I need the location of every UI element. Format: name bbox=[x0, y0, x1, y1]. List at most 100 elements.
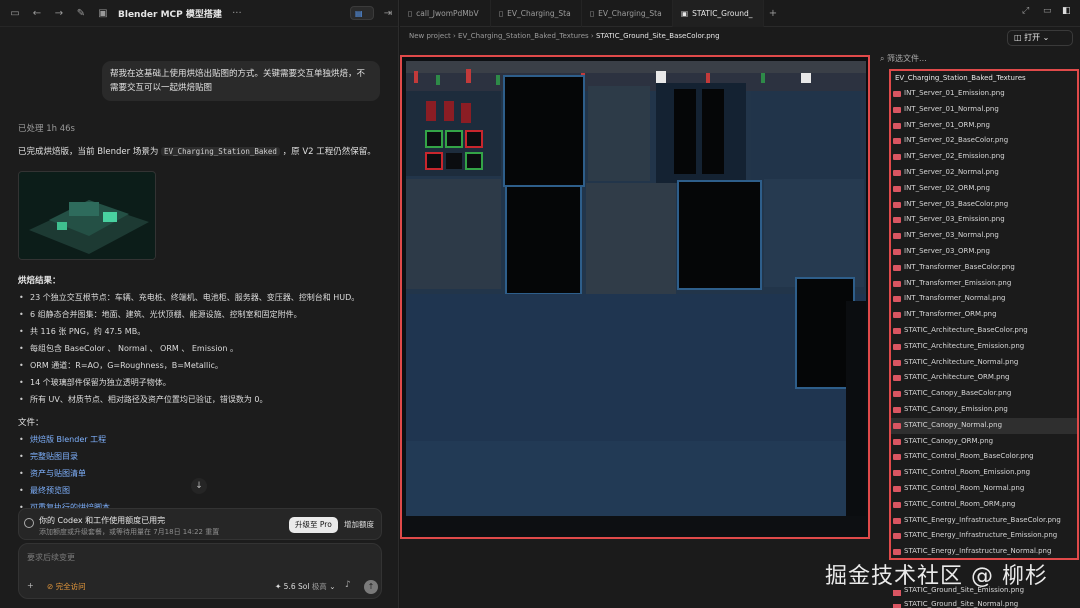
expand-icon[interactable]: ⤢ bbox=[1022, 6, 1029, 16]
breadcrumb-item[interactable]: EV_Charging_Station_Baked_Textures bbox=[458, 32, 589, 40]
file-list-item[interactable]: STATIC_Architecture_BaseColor.png bbox=[891, 323, 1077, 339]
image-file-icon bbox=[893, 106, 901, 113]
image-file-icon bbox=[893, 470, 901, 477]
layout-icon[interactable]: ⇥ bbox=[381, 6, 395, 20]
breadcrumb: New project › EV_Charging_Station_Baked_… bbox=[409, 32, 720, 40]
image-file-icon bbox=[893, 517, 901, 524]
file-filter[interactable]: ⌕ 筛选文件... bbox=[880, 53, 1076, 67]
mic-icon[interactable]: ♪ bbox=[345, 580, 351, 590]
image-file-icon bbox=[893, 590, 901, 596]
file-link[interactable]: 最终预览图 bbox=[18, 485, 110, 502]
file-list-item[interactable]: STATIC_Ground_Site_Normal.png bbox=[889, 600, 1079, 608]
file-viewer-pane: ▯ call_JwomPdMbV ▯ EV_Charging_Sta ▯ EV_Cha… bbox=[400, 0, 1080, 608]
file-list-item[interactable]: INT_Server_02_BaseColor.png bbox=[891, 133, 1077, 149]
access-toggle[interactable]: ⊘ 完全访问 bbox=[47, 581, 86, 592]
tab-call[interactable]: ▯ call_JwomPdMbV bbox=[400, 0, 491, 27]
chat-title: Blender MCP 模型搭建 bbox=[118, 9, 222, 20]
files-list: 烘焙版 Blender 工程 完整贴图目录 资产与贴图清单 最终预览图 可重复执… bbox=[18, 434, 110, 519]
composer[interactable]: 要求后续变更 + ⊘ 完全访问 ✦ 5.6 Sol 极高 ⌄ ♪ ↑ bbox=[18, 543, 382, 599]
result-item: 每组包含 BaseColor 、 Normal 、 ORM 、 Emission… bbox=[18, 343, 388, 360]
file-list-item[interactable]: STATIC_Control_Room_BaseColor.png bbox=[891, 449, 1077, 465]
image-file-icon bbox=[893, 391, 901, 398]
result-item: 6 组静态合并图集：地面、建筑、光伏顶棚、能源设施、控制室和固定附件。 bbox=[18, 309, 388, 326]
image-file-icon bbox=[893, 185, 901, 192]
tab-static-ground[interactable]: ▣ STATIC_Ground_ bbox=[673, 0, 764, 27]
folder-item[interactable]: EV_Charging_Station_Baked_Textures bbox=[891, 71, 1077, 86]
file-list-item[interactable]: INT_Server_01_Normal.png bbox=[891, 102, 1077, 118]
file-list-item[interactable]: STATIC_Energy_Infrastructure_BaseColor.p… bbox=[891, 513, 1077, 529]
file-list-item[interactable]: INT_Server_02_ORM.png bbox=[891, 181, 1077, 197]
file-list-item[interactable]: STATIC_Canopy_Emission.png bbox=[891, 402, 1077, 418]
image-file-icon bbox=[893, 343, 901, 350]
image-file-icon bbox=[893, 248, 901, 255]
file-list-item[interactable]: STATIC_Control_Room_ORM.png bbox=[891, 497, 1077, 513]
back-arrow-icon[interactable]: ← bbox=[30, 6, 44, 20]
file-list-item[interactable]: INT_Transformer_Normal.png bbox=[891, 291, 1077, 307]
upgrade-button[interactable]: 升级至 Pro bbox=[289, 517, 338, 533]
panel-toggle-icon[interactable]: ◧ bbox=[1062, 6, 1071, 16]
file-list-item[interactable]: INT_Server_03_BaseColor.png bbox=[891, 197, 1077, 213]
composer-input[interactable]: 要求后续变更 bbox=[27, 552, 75, 563]
file-list-item[interactable]: STATIC_Control_Room_Emission.png bbox=[891, 465, 1077, 481]
chat-topbar: ▭ ← → ✎ ▣ Blender MCP 模型搭建 ··· ▤ ⇥ bbox=[0, 0, 398, 27]
image-file-icon bbox=[893, 604, 901, 608]
image-file-icon bbox=[893, 91, 901, 97]
info-icon bbox=[24, 518, 34, 528]
summary-text: 已完成烘焙版，当前 Blender 场景为 EV_Charging_Statio… bbox=[18, 147, 376, 157]
file-list-item[interactable]: STATIC_Control_Room_Normal.png bbox=[891, 481, 1077, 497]
forward-arrow-icon[interactable]: → bbox=[52, 6, 66, 20]
result-item: 23 个独立交互根节点：车辆、充电桩、终端机、电池柜、服务器、变压器、控制台和 … bbox=[18, 292, 388, 309]
scroll-down-button[interactable]: ↓ bbox=[191, 478, 207, 494]
file-list-item[interactable]: INT_Server_01_Emission.png bbox=[891, 86, 1077, 102]
window-icon[interactable]: ▭ bbox=[1043, 6, 1052, 16]
file-list-item[interactable]: INT_Server_02_Normal.png bbox=[891, 165, 1077, 181]
sidebar-toggle-icon[interactable]: ▭ bbox=[8, 6, 22, 20]
image-file-icon bbox=[893, 280, 901, 287]
image-preview[interactable] bbox=[400, 55, 870, 539]
search-icon: ⌕ bbox=[880, 54, 885, 63]
tab-ev-charging-2[interactable]: ▯ EV_Charging_Sta bbox=[582, 0, 673, 27]
image-file-icon bbox=[893, 501, 901, 508]
add-credit-button[interactable]: 增加额度 bbox=[344, 517, 374, 533]
file-list-item[interactable]: STATIC_Energy_Infrastructure_Emission.pn… bbox=[891, 528, 1077, 544]
file-list-item[interactable]: STATIC_Architecture_ORM.png bbox=[891, 370, 1077, 386]
more-icon[interactable]: ··· bbox=[230, 6, 244, 20]
result-item: 共 116 张 PNG，约 47.5 MB。 bbox=[18, 326, 388, 343]
file-list-item[interactable]: INT_Transformer_Emission.png bbox=[891, 276, 1077, 292]
file-list-item[interactable]: INT_Server_03_Emission.png bbox=[891, 212, 1077, 228]
doc-icon: ▯ bbox=[590, 8, 595, 18]
file-list-item[interactable]: INT_Server_02_Emission.png bbox=[891, 149, 1077, 165]
image-file-icon bbox=[893, 454, 901, 461]
file-link[interactable]: 资产与贴图清单 bbox=[18, 468, 110, 485]
tab-ev-charging-1[interactable]: ▯ EV_Charging_Sta bbox=[491, 0, 582, 27]
file-list-item[interactable]: STATIC_Architecture_Normal.png bbox=[891, 355, 1077, 371]
new-chat-icon[interactable]: ✎ bbox=[74, 6, 88, 20]
file-link[interactable]: 烘焙版 Blender 工程 bbox=[18, 434, 110, 451]
breadcrumb-item[interactable]: New project bbox=[409, 32, 451, 40]
model-select[interactable]: ✦ 5.6 Sol 极高 ⌄ bbox=[275, 581, 335, 592]
file-list-item[interactable]: STATIC_Canopy_Normal.png bbox=[891, 417, 1077, 434]
file-list-item[interactable]: INT_Transformer_BaseColor.png bbox=[891, 260, 1077, 276]
view-icon: ▤ bbox=[355, 9, 363, 18]
file-list-item[interactable]: STATIC_Canopy_ORM.png bbox=[891, 434, 1077, 450]
file-list-item[interactable]: STATIC_Canopy_BaseColor.png bbox=[891, 386, 1077, 402]
processed-time[interactable]: 已处理 1h 46s bbox=[18, 122, 75, 134]
image-file-icon bbox=[893, 201, 901, 208]
image-file-icon bbox=[893, 312, 901, 319]
result-item: ORM 通道：R=AO，G=Roughness，B=Metallic。 bbox=[18, 360, 388, 377]
file-list-item[interactable]: INT_Server_03_Normal.png bbox=[891, 228, 1077, 244]
file-link[interactable]: 完整贴图目录 bbox=[18, 451, 110, 468]
result-item: 所有 UV、材质节点、相对路径及资产位置均已验证，错误数为 0。 bbox=[18, 394, 388, 411]
send-button[interactable]: ↑ bbox=[364, 580, 378, 594]
new-tab-button[interactable]: + bbox=[764, 8, 782, 19]
file-list-item[interactable]: INT_Transformer_ORM.png bbox=[891, 307, 1077, 323]
view-toggle-button[interactable]: ▤ bbox=[350, 6, 374, 20]
file-list-item[interactable]: INT_Server_03_ORM.png bbox=[891, 244, 1077, 260]
add-icon[interactable]: + bbox=[27, 581, 34, 590]
files-heading: 文件： bbox=[18, 418, 44, 428]
file-list-item[interactable]: STATIC_Architecture_Emission.png bbox=[891, 339, 1077, 355]
image-file-icon bbox=[893, 359, 901, 366]
preview-thumbnail[interactable] bbox=[18, 171, 156, 260]
file-list-item[interactable]: INT_Server_01_ORM.png bbox=[891, 118, 1077, 134]
open-button[interactable]: ◫ 打开 ⌄ bbox=[1007, 30, 1073, 46]
